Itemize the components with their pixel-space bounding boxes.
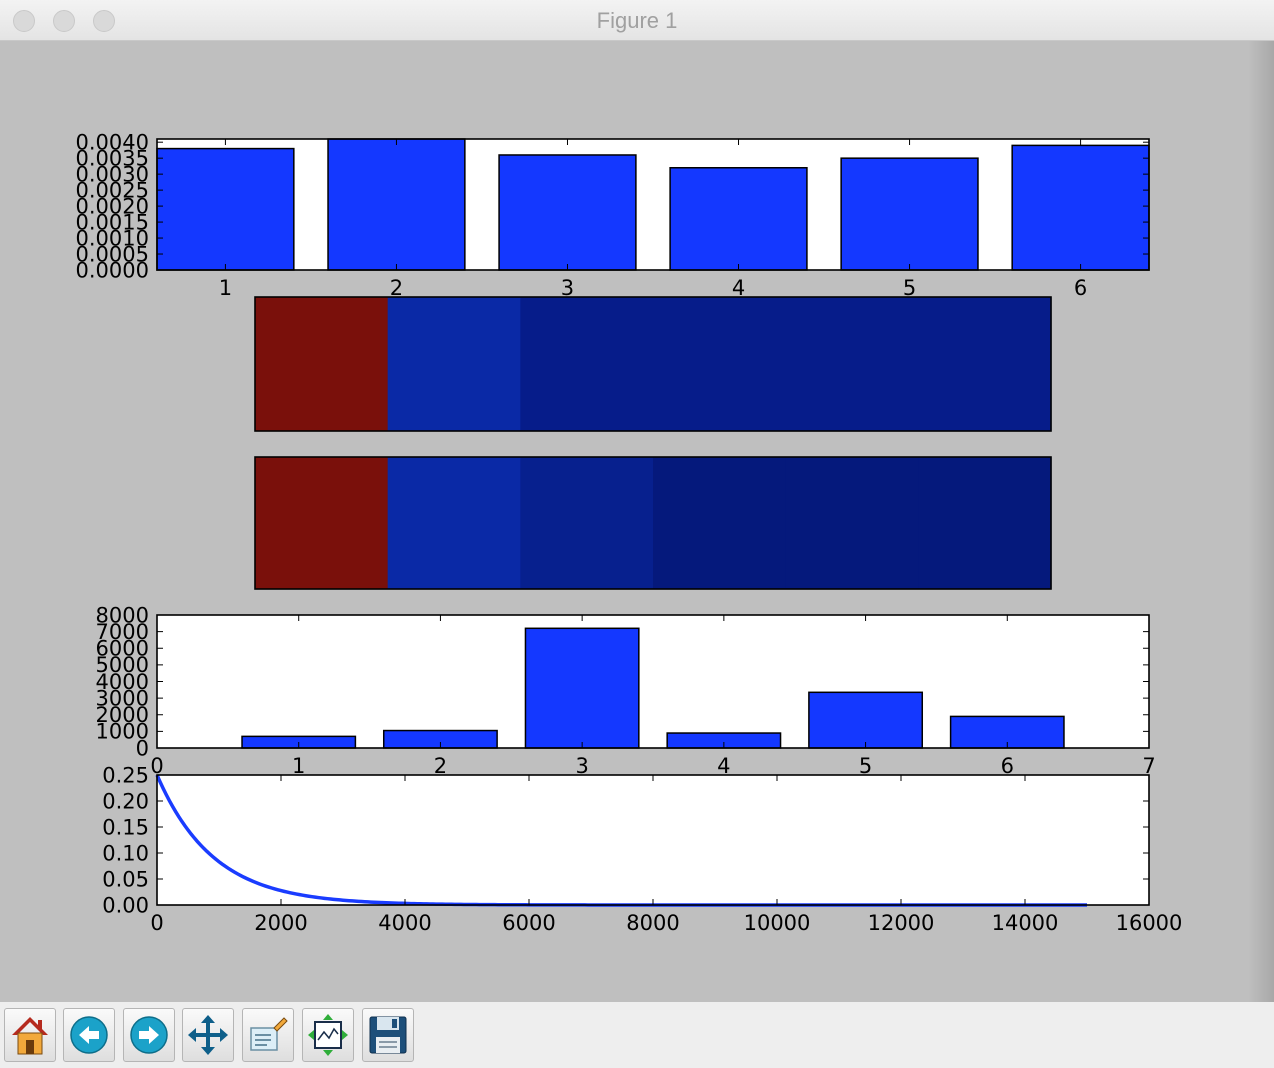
pan-button[interactable] bbox=[182, 1008, 234, 1062]
figure-svg: 0.00000.00050.00100.00150.00200.00250.00… bbox=[76, 131, 1183, 935]
decay-line-chart-ytick-label: 0.05 bbox=[102, 867, 149, 891]
upper-heatmap-strip-cell bbox=[785, 297, 919, 431]
decay-line-chart-ytick-label: 0.10 bbox=[102, 841, 149, 865]
window-title: Figure 1 bbox=[596, 8, 678, 33]
back-button[interactable] bbox=[63, 1008, 115, 1062]
upper-heatmap-strip-cell bbox=[255, 297, 389, 431]
lower-heatmap-strip-cell bbox=[387, 457, 521, 589]
figure-canvas[interactable]: 0.0000 0.0005 0.0010 0.0015 0.0020 0.0025 0.00… bbox=[0, 41, 1274, 1002]
upper-heatmap-strip-cell bbox=[387, 297, 521, 431]
lower-heatmap-strip-cell bbox=[785, 457, 919, 589]
decay-line-chart-xtick-label: 2000 bbox=[254, 911, 307, 935]
decay-line-chart-xtick-label: 12000 bbox=[868, 911, 935, 935]
top-bar-chart-bar bbox=[840, 157, 979, 271]
upper-heatmap-strip-cell bbox=[653, 297, 787, 431]
window-shadow bbox=[1248, 41, 1274, 1002]
lower-bar-chart-bar bbox=[524, 627, 640, 749]
subplots-icon bbox=[308, 1014, 348, 1056]
lower-bar-chart-ytick-label: 8000 bbox=[96, 603, 149, 627]
lower-heatmap-strip-cell bbox=[918, 457, 1052, 589]
decay-line-chart-ytick-label: 0.20 bbox=[102, 789, 149, 813]
top-bar-chart-bar bbox=[156, 147, 295, 271]
top-bar-chart-background bbox=[157, 139, 1149, 270]
decay-line-chart-xtick-label: 0 bbox=[150, 911, 163, 935]
save-button[interactable] bbox=[362, 1008, 414, 1062]
configure-subplots-button[interactable] bbox=[302, 1008, 354, 1062]
lower-bar-chart-bar bbox=[808, 691, 924, 749]
floppy-disk-icon bbox=[369, 1016, 407, 1054]
home-icon bbox=[12, 1017, 48, 1055]
decay-line-chart-background bbox=[157, 775, 1149, 905]
top-bar-chart-bar bbox=[669, 167, 808, 271]
decay-line-chart-xtick-label: 14000 bbox=[992, 911, 1059, 935]
move-arrows-icon bbox=[188, 1015, 228, 1055]
forward-arrow-icon bbox=[130, 1016, 168, 1054]
top-bar-chart-xtick-label: 6 bbox=[1074, 276, 1087, 300]
lower-heatmap-strip-cell bbox=[520, 457, 654, 589]
top-bar-chart-ytick-label: 0.0040 bbox=[76, 131, 149, 155]
lower-heatmap-strip-cell bbox=[653, 457, 787, 589]
top-bar-chart-bar bbox=[327, 138, 466, 271]
upper-heatmap-strip-cell bbox=[918, 297, 1052, 431]
decay-line-chart-ytick-label: 0.00 bbox=[102, 893, 149, 917]
decay-line-chart-xtick-label: 6000 bbox=[502, 911, 555, 935]
navigation-toolbar bbox=[0, 1002, 1274, 1068]
top-bar-chart-bar bbox=[498, 154, 637, 271]
decay-line-chart-ytick-label: 0.25 bbox=[102, 763, 149, 787]
upper-heatmap-strip-cell bbox=[520, 297, 654, 431]
home-button[interactable] bbox=[4, 1008, 56, 1062]
window-titlebar: Figure 1 bbox=[0, 0, 1274, 41]
decay-line-chart-xtick-label: 16000 bbox=[1116, 911, 1183, 935]
top-bar-chart-bar bbox=[1011, 144, 1150, 271]
zoom-rect-icon bbox=[250, 1017, 288, 1051]
top-bar-chart-xtick-label: 1 bbox=[219, 276, 232, 300]
back-arrow-icon bbox=[70, 1016, 108, 1054]
forward-button[interactable] bbox=[123, 1008, 175, 1062]
lower-heatmap-strip-cell bbox=[255, 457, 389, 589]
decay-line-chart-ytick-label: 0.15 bbox=[102, 815, 149, 839]
decay-line-chart-xtick-label: 4000 bbox=[378, 911, 431, 935]
zoom-button[interactable] bbox=[242, 1008, 294, 1062]
decay-line-chart-xtick-label: 8000 bbox=[626, 911, 679, 935]
decay-line-chart-xtick-label: 10000 bbox=[744, 911, 811, 935]
